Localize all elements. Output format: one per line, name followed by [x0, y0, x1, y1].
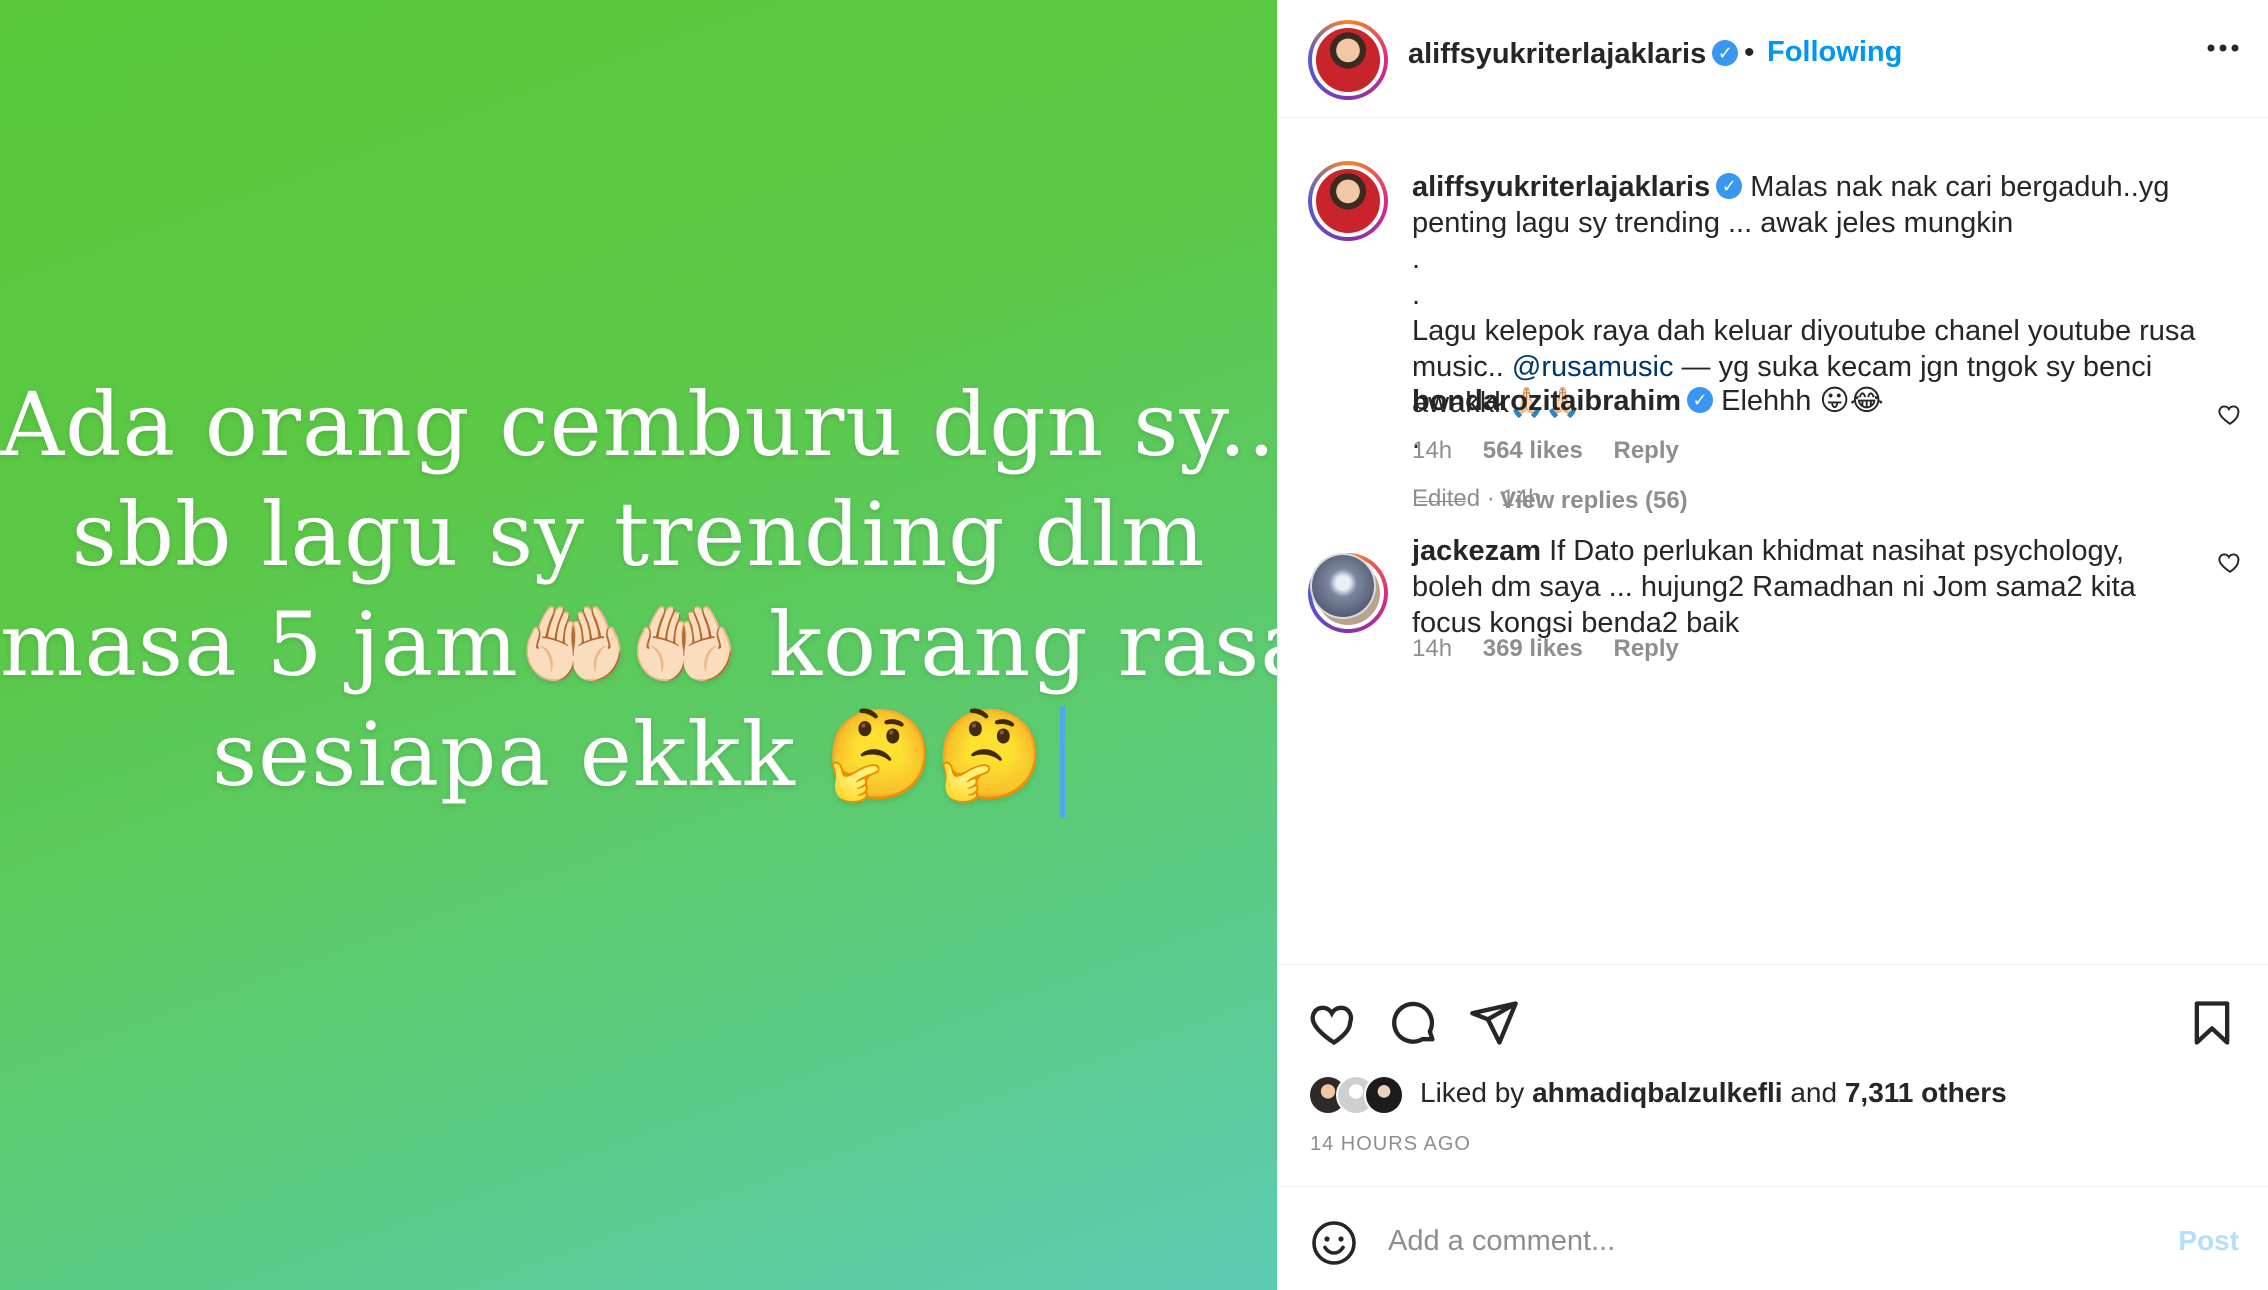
comment-time: 14h	[1412, 635, 1453, 662]
caption-dot-2: .	[1412, 279, 1421, 311]
post-actions: Liked by ahmadiqbalzulkefli and 7,311 ot…	[1278, 964, 2268, 1186]
verified-badge-icon: ✓	[1687, 387, 1714, 414]
caption-username[interactable]: aliffsyukriterlajaklaris	[1412, 171, 1710, 203]
view-replies-line	[1418, 501, 1466, 503]
liker-avatar	[1364, 1075, 1404, 1115]
caption-author-avatar[interactable]	[1308, 161, 1388, 241]
instagram-post-view: Ada orang cemburu dgn sy.. sbb lagu sy t…	[0, 0, 2268, 1290]
liked-by-text: Liked by ahmadiqbalzulkefli and 7,311 ot…	[1420, 1077, 2007, 1109]
comment-text: Elehhh 😛😂	[1721, 385, 1884, 417]
image-text-line-4: sesiapa ekkk 🤔🤔	[212, 703, 1046, 806]
add-comment-bar: Post	[1278, 1186, 2268, 1290]
comment-bubble-icon[interactable]	[1388, 997, 1440, 1049]
share-paper-plane-icon[interactable]	[1468, 997, 1520, 1049]
post-side-panel: aliffsyukriterlajaklaris ✓ • Following al…	[1277, 0, 2268, 1290]
comments-section[interactable]: aliffsyukriterlajaklaris ✓ Malas nak nak …	[1278, 119, 2268, 964]
text-cursor	[1059, 706, 1065, 819]
save-bookmark-icon[interactable]	[2186, 997, 2238, 1049]
reply-button[interactable]: Reply	[1613, 437, 1678, 464]
image-text-line-4-wrap: sesiapa ekkk 🤔🤔	[0, 700, 1277, 819]
ellipsis-icon	[2207, 44, 2239, 52]
like-comment-heart-icon[interactable]	[2217, 401, 2243, 427]
comment-likes[interactable]: 564 likes	[1483, 437, 1583, 464]
comment-meta: 14h 369 likes Reply	[1412, 635, 1703, 663]
liked-by-prefix: Liked by	[1420, 1077, 1533, 1108]
comment-body: jackezam If Dato perlukan khidmat nasiha…	[1412, 533, 2152, 641]
emoji-smile-icon[interactable]	[1310, 1219, 1358, 1267]
image-text-line-1: Ada orang cemburu dgn sy..	[0, 373, 1277, 476]
following-button[interactable]: Following	[1767, 36, 1902, 69]
view-replies-button[interactable]: View replies (56)	[1418, 487, 1688, 515]
post-header: aliffsyukriterlajaklaris ✓ • Following	[1278, 0, 2268, 118]
author-username-wrap: aliffsyukriterlajaklaris ✓	[1408, 38, 1739, 71]
post-image[interactable]: Ada orang cemburu dgn sy.. sbb lagu sy t…	[0, 0, 1277, 1290]
liked-by-and: and	[1782, 1077, 1845, 1108]
like-heart-icon[interactable]	[1308, 997, 1360, 1049]
mention-link[interactable]: @rusamusic	[1512, 351, 1674, 383]
reply-button[interactable]: Reply	[1613, 635, 1678, 662]
like-comment-heart-icon[interactable]	[2217, 549, 2243, 575]
comment-avatar[interactable]	[1310, 553, 1376, 619]
post-age: 14 HOURS AGO	[1310, 1133, 1471, 1155]
more-options-icon[interactable]	[2203, 28, 2243, 78]
liked-by-user-link[interactable]: ahmadiqbalzulkefli	[1532, 1077, 1783, 1108]
image-text-line-3: masa 5 jam🤲🏻🤲🏻 korang rasa	[0, 593, 1277, 696]
verified-badge-icon: ✓	[1712, 40, 1739, 67]
author-username[interactable]: aliffsyukriterlajaklaris	[1408, 38, 1706, 70]
author-avatar[interactable]	[1308, 20, 1388, 100]
post-comment-button[interactable]: Post	[2178, 1225, 2239, 1257]
comment-time: 14h	[1412, 437, 1453, 464]
caption-dot-1: .	[1412, 243, 1421, 275]
liked-by-others-link[interactable]: 7,311 others	[1845, 1077, 2007, 1108]
comment-input[interactable]	[1388, 1211, 2088, 1271]
comment-meta: 14h 564 likes Reply	[1412, 437, 1703, 465]
comment-likes[interactable]: 369 likes	[1483, 635, 1583, 662]
header-separator: •	[1744, 36, 1755, 69]
view-replies-label: View replies (56)	[1500, 487, 1688, 514]
verified-badge-icon: ✓	[1716, 173, 1743, 200]
image-text-line-2: sbb lagu sy trending dlm	[71, 483, 1206, 586]
comment-username[interactable]: bondarozitaibrahim	[1412, 385, 1681, 417]
comment-body: bondarozitaibrahim ✓ Elehhh 😛😂	[1412, 383, 2152, 419]
image-text: Ada orang cemburu dgn sy.. sbb lagu sy t…	[0, 370, 1277, 819]
comment-username[interactable]: jackezam	[1412, 535, 1541, 567]
